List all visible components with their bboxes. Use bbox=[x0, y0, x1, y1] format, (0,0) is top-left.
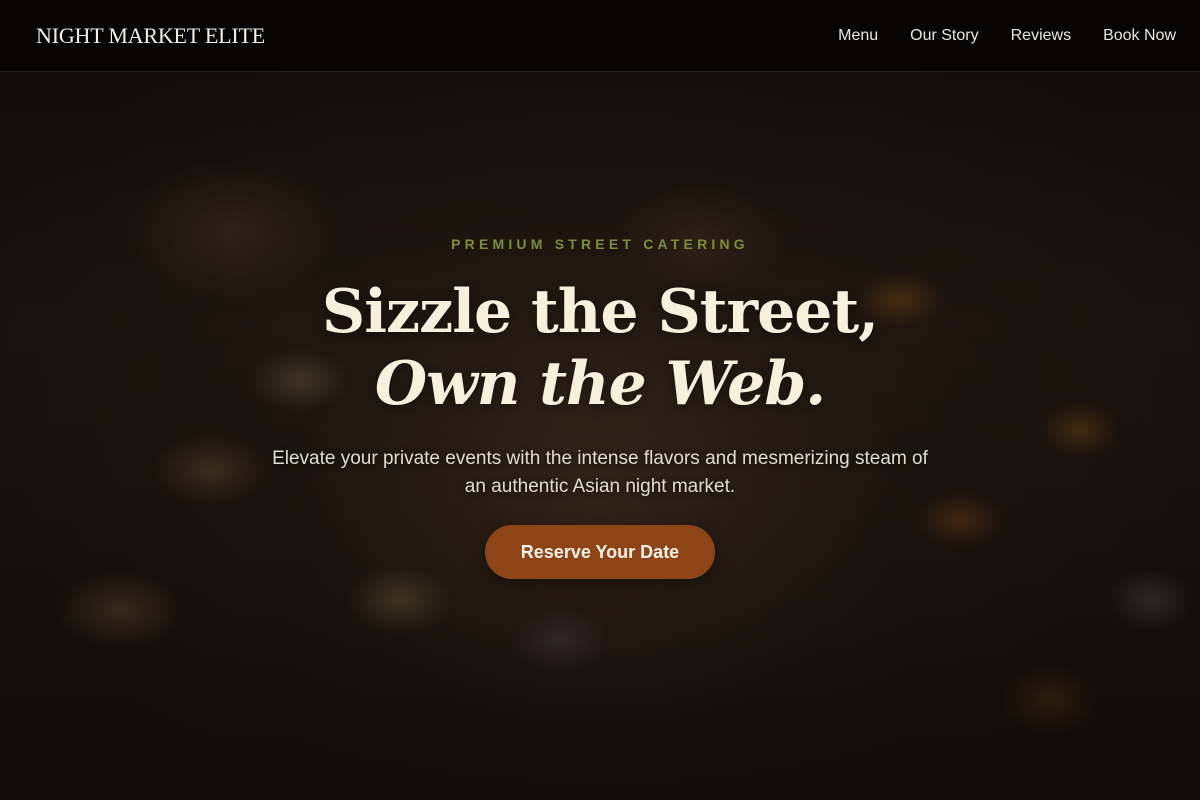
hero-headline-line-1: Sizzle the Street, bbox=[321, 277, 879, 347]
hero-eyebrow: PREMIUM STREET CATERING bbox=[451, 236, 749, 252]
hero-subtitle: Elevate your private events with the int… bbox=[272, 448, 928, 497]
hero-section: PREMIUM STREET CATERING Sizzle the Stree… bbox=[0, 0, 1200, 800]
reserve-your-date-button[interactable]: Reserve Your Date bbox=[485, 525, 715, 579]
hero-headline-line-2: Own the Web. bbox=[374, 349, 826, 419]
hero-headline: Sizzle the Street, Own the Web. bbox=[0, 276, 1200, 420]
